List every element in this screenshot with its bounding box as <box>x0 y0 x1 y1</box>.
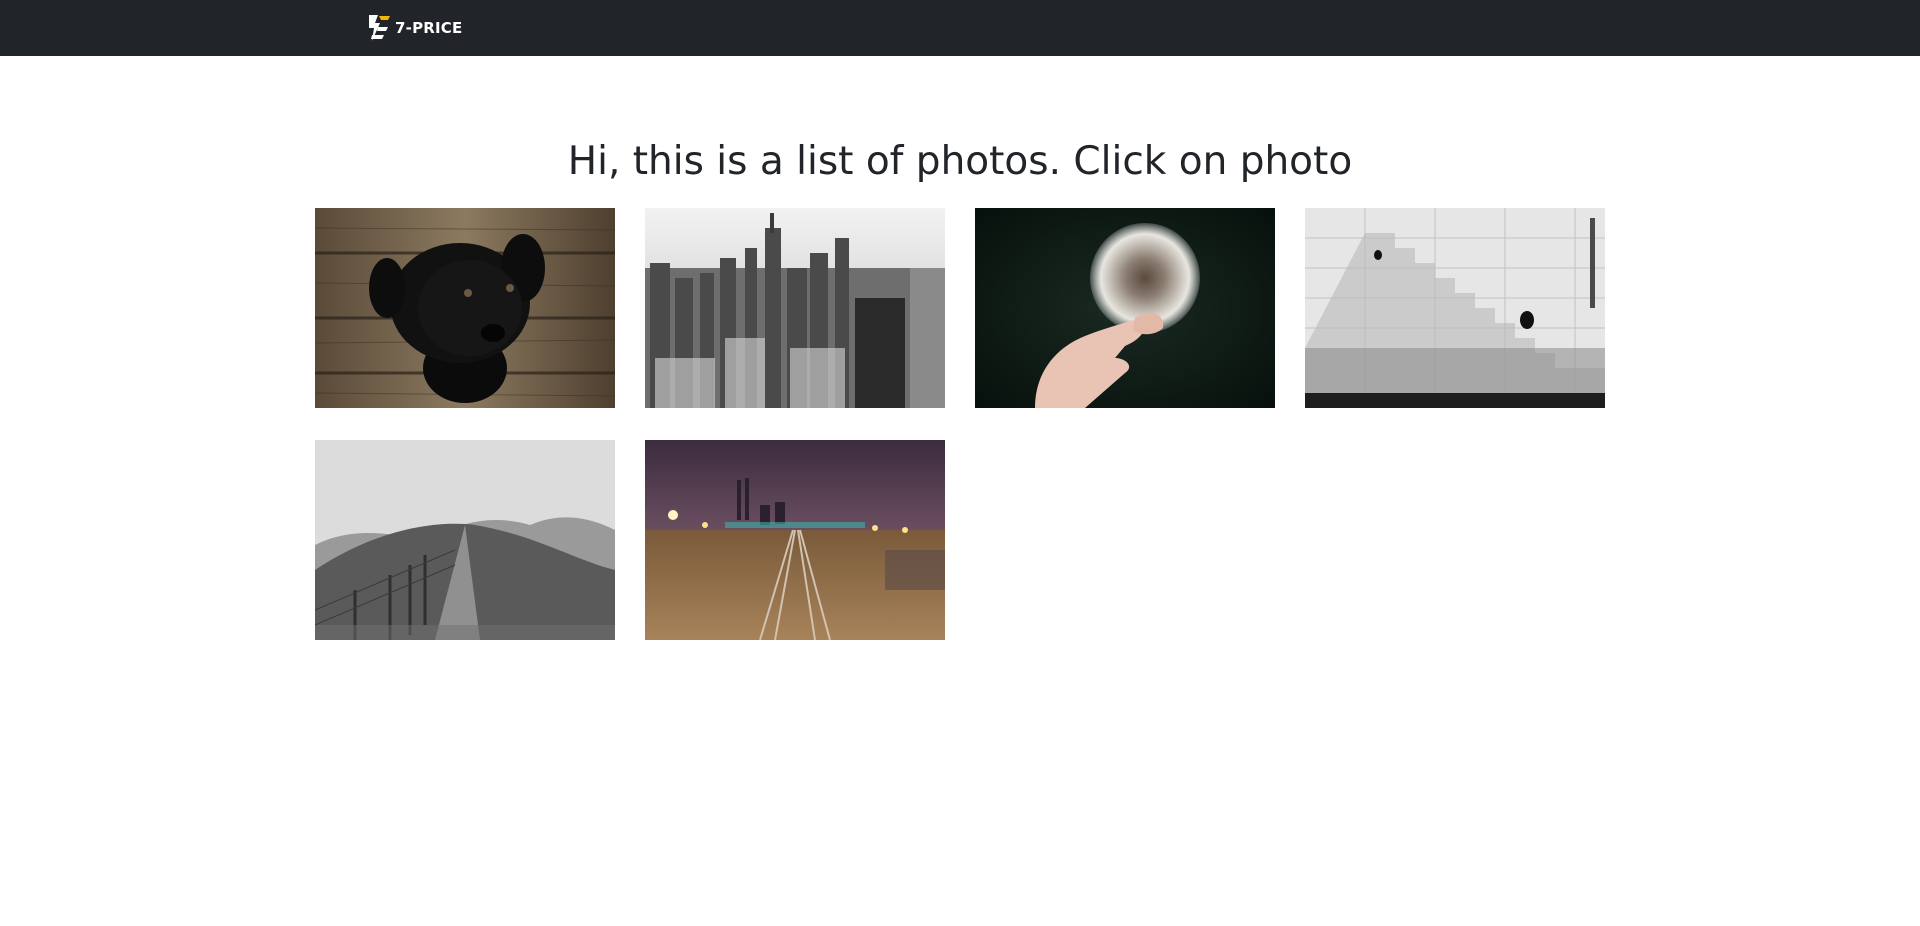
photo-thumbnail-hills[interactable] <box>315 440 615 640</box>
photo-thumbnail-dandelion[interactable] <box>975 208 1275 408</box>
photo-thumbnail-city[interactable] <box>645 208 945 408</box>
brand-name: 7-PRICE <box>395 19 463 37</box>
city-photo <box>645 208 945 408</box>
page-title: Hi, this is a list of photos. Click on p… <box>567 139 1353 184</box>
brand-link[interactable]: 7-PRICE <box>366 13 462 43</box>
dandelion-photo <box>975 208 1275 408</box>
photo-grid <box>315 208 1605 640</box>
photo-thumbnail-puppy[interactable] <box>315 208 615 408</box>
top-navbar: 7-PRICE <box>0 0 1920 56</box>
photo-thumbnail-stairs[interactable] <box>1305 208 1605 408</box>
photo-thumbnail-railway[interactable] <box>645 440 945 640</box>
hills-photo <box>315 440 615 640</box>
puppy-photo <box>315 208 615 408</box>
lightning-s-logo-icon <box>366 13 394 43</box>
railway-photo <box>645 440 945 640</box>
stairs-photo <box>1305 208 1605 408</box>
